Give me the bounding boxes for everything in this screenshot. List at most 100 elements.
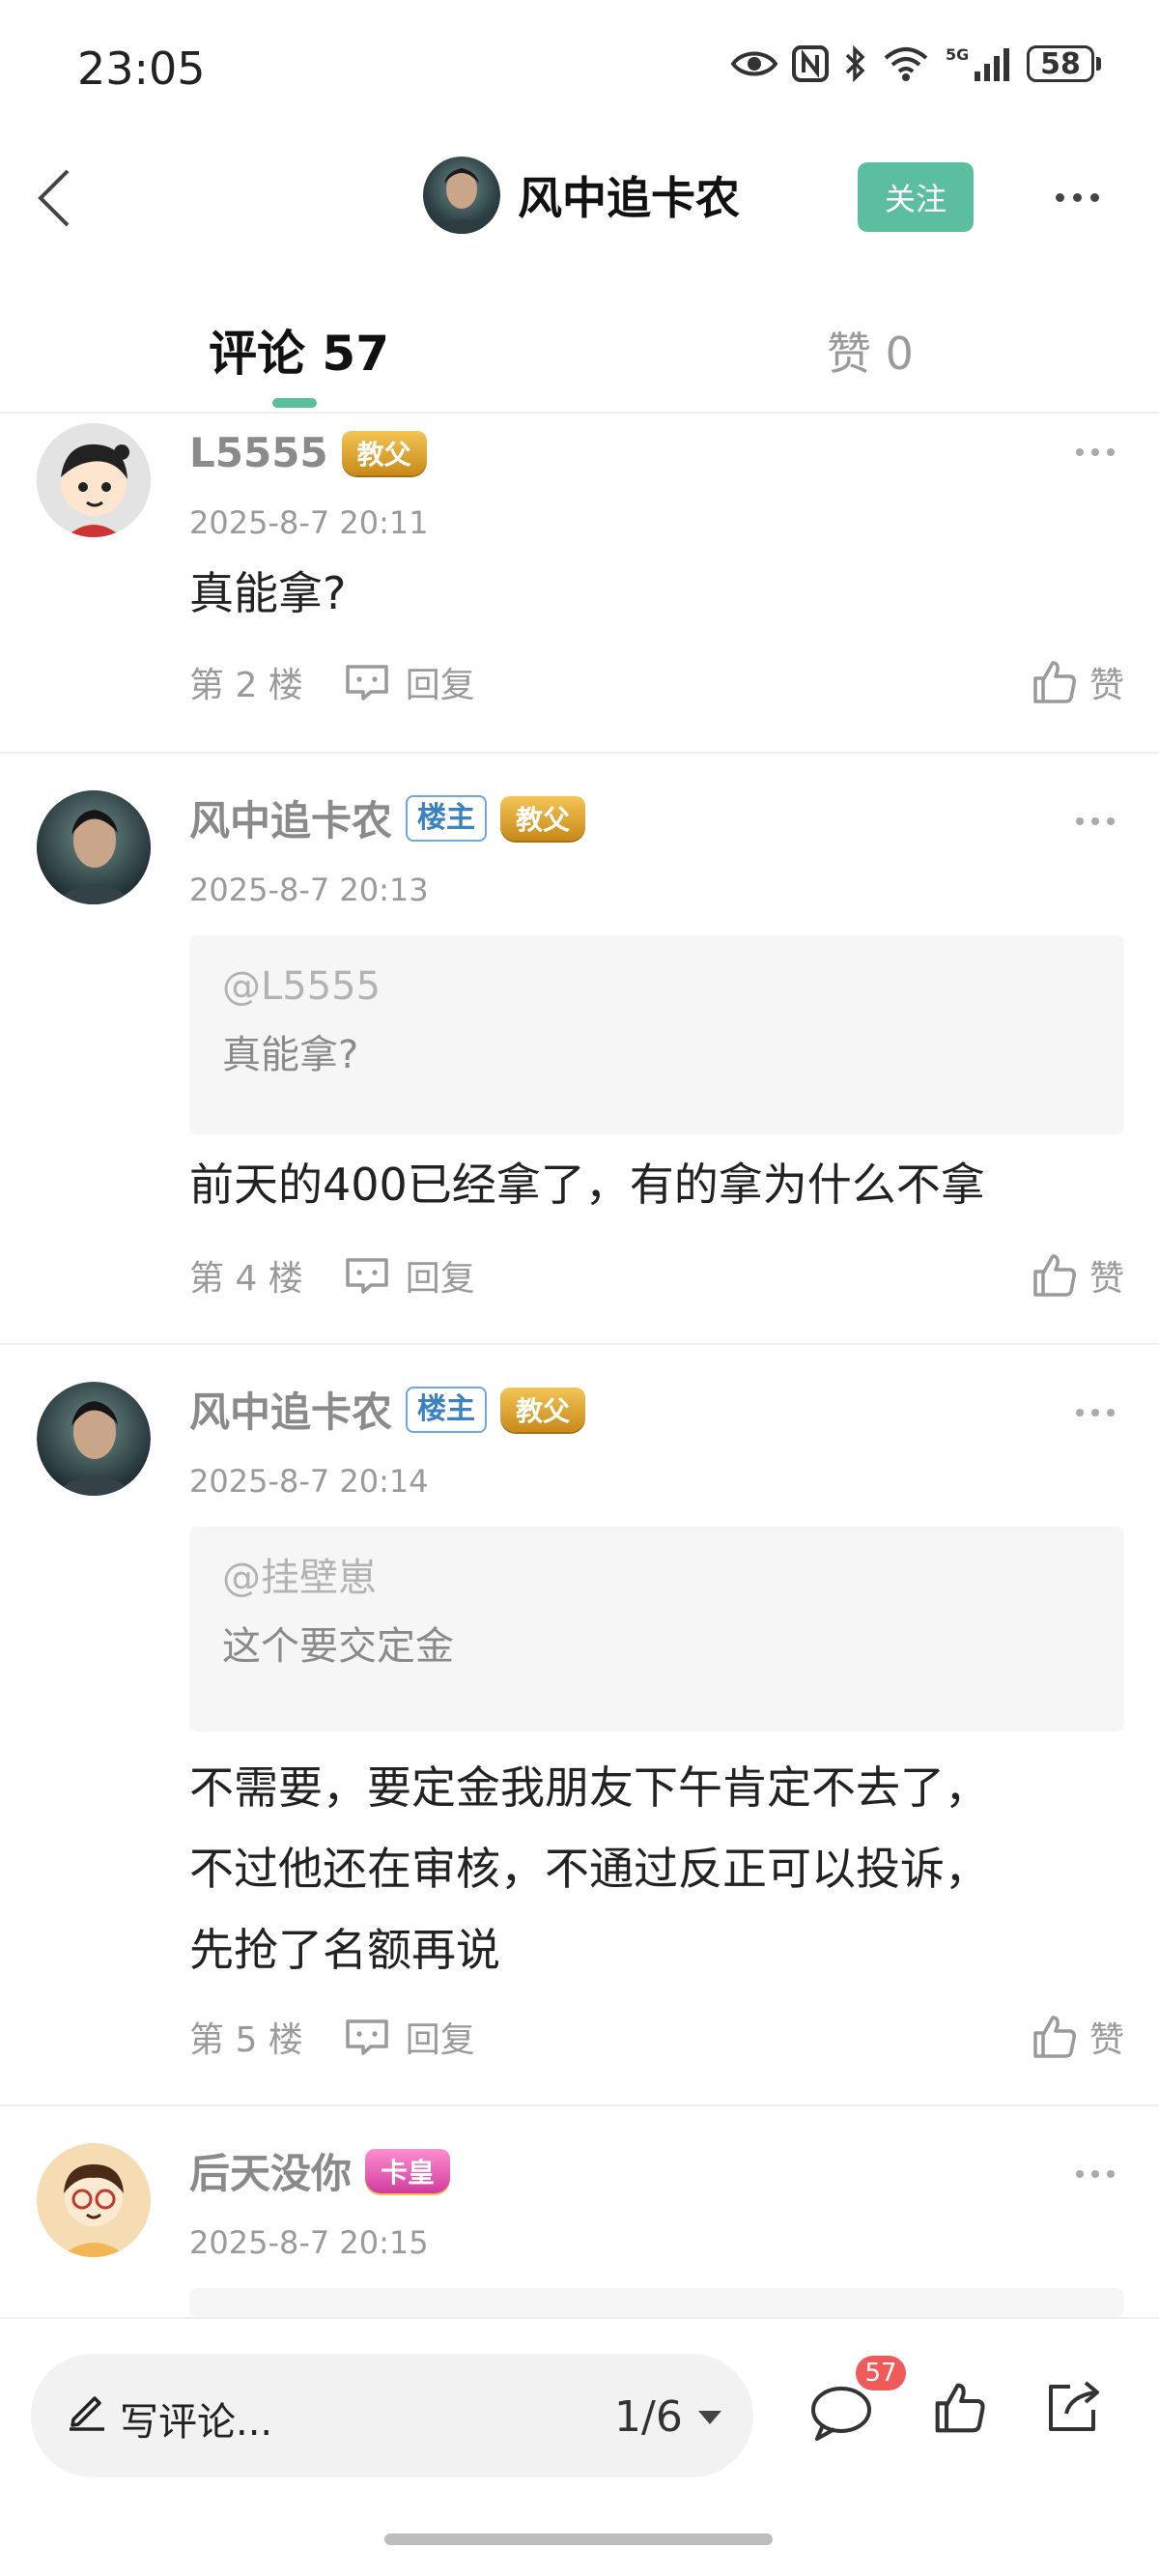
comment-header: 风中追卡农 楼主 教父	[189, 1380, 586, 1439]
comment-header: 风中追卡农 楼主 教父	[189, 788, 586, 847]
caret-down-icon	[697, 2410, 721, 2424]
comment-author[interactable]: L5555	[189, 429, 328, 476]
wifi-icon	[882, 44, 930, 83]
tab-likes[interactable]: 赞 0	[827, 319, 914, 383]
tab-comments[interactable]: 评论 57	[209, 315, 389, 385]
thumbs-up-icon	[1033, 2016, 1076, 2058]
top-nav: 风中追卡农 关注	[0, 145, 1159, 251]
comment-text-line: 不需要，要定金我朋友下午肯定不去了，	[189, 1761, 989, 1814]
quoted-comment[interactable]: @挂壁崽 这个要交定金	[189, 1527, 1124, 1732]
comment-text: 不需要，要定金我朋友下午肯定不去了， 不过他还在审核，不通过反正可以投诉， 先抢…	[189, 1747, 1124, 1990]
rank-badge: 卡皇	[365, 2148, 451, 2193]
rank-badge: 教父	[500, 795, 586, 841]
status-bar: 23:05 5G 58	[0, 0, 1159, 145]
more-options-button[interactable]	[1043, 178, 1111, 216]
thumbs-up-icon	[1033, 661, 1076, 703]
comment-input[interactable]: 写评论... 1/6	[31, 2354, 753, 2477]
follow-button[interactable]: 关注	[858, 162, 974, 232]
battery-icon: 58	[1027, 45, 1101, 82]
svg-text:5G: 5G	[946, 45, 969, 64]
comment-time: 2025-8-7 20:11	[189, 504, 429, 541]
signal-5g-icon: 5G	[944, 44, 1013, 83]
quoted-comment[interactable]	[189, 2288, 1124, 2317]
eye-icon	[731, 48, 777, 79]
rank-badge: 教父	[341, 430, 427, 475]
comment-text-line: 先抢了名额再说	[189, 1924, 500, 1976]
comment-item: L5555 教父 2025-8-7 20:11 真能拿? 第 2 楼 回复 赞	[0, 414, 1159, 754]
page-selector[interactable]: 1/6	[614, 2392, 723, 2442]
comment-more-button[interactable]	[1076, 448, 1115, 456]
reply-icon	[346, 1258, 388, 1294]
comment-more-button[interactable]	[1076, 2170, 1115, 2178]
like-button[interactable]: 赞	[1032, 2012, 1124, 2062]
comment-time: 2025-8-7 20:15	[189, 2224, 429, 2261]
pencil-icon	[66, 2389, 108, 2435]
reply-button[interactable]: 回复	[342, 2012, 475, 2062]
nfc-icon	[791, 44, 830, 83]
thumbs-up-icon	[1033, 1254, 1076, 1297]
reply-icon	[346, 2019, 388, 2055]
like-button[interactable]: 赞	[1032, 1250, 1124, 1301]
avatar[interactable]	[37, 2143, 151, 2257]
like-label: 赞	[1088, 666, 1124, 705]
like-label: 赞	[1088, 1259, 1124, 1299]
nav-user[interactable]: 风中追卡农	[423, 157, 740, 234]
comment-text: 前天的400已经拿了，有的拿为什么不拿	[189, 1159, 985, 1211]
avatar[interactable]	[37, 423, 151, 537]
floor-number: 第 4 楼	[189, 1259, 303, 1299]
home-indicator[interactable]	[384, 2533, 773, 2545]
thumbs-up-icon[interactable]	[933, 2381, 987, 2439]
comment-footer: 第 4 楼 回复 赞	[189, 1246, 1124, 1304]
back-button[interactable]	[25, 164, 83, 232]
status-time: 23:05	[77, 43, 206, 95]
reply-button[interactable]: 回复	[342, 1250, 475, 1301]
comment-count-badge: 57	[856, 2356, 906, 2390]
like-button[interactable]: 赞	[1032, 657, 1124, 707]
page-title: 风中追卡农	[518, 172, 740, 224]
reply-button[interactable]: 回复	[342, 657, 475, 707]
comment-item: 后天没你 卡皇 2025-8-7 20:15	[0, 2106, 1159, 2317]
comment-time: 2025-8-7 20:14	[189, 1463, 429, 1500]
like-label: 赞	[1088, 2020, 1124, 2060]
reply-icon	[346, 665, 388, 701]
owner-badge: 楼主	[406, 1386, 488, 1433]
chevron-left-icon	[38, 169, 70, 227]
comment-bubble-icon[interactable]	[809, 2383, 873, 2447]
avatar[interactable]	[37, 790, 151, 904]
reply-label: 回复	[405, 1259, 475, 1299]
quoted-text: 这个要交定金	[222, 1624, 454, 1669]
floor-number: 第 5 楼	[189, 2020, 303, 2060]
quoted-comment[interactable]: @L5555 真能拿?	[189, 935, 1124, 1134]
comment-footer: 第 5 楼 回复 赞	[189, 2008, 1124, 2066]
comment-more-button[interactable]	[1076, 817, 1115, 825]
comment-header: L5555 教父	[189, 429, 427, 476]
comment-more-button[interactable]	[1076, 1409, 1115, 1417]
avatar[interactable]	[37, 1382, 151, 1496]
bottom-bar: 写评论... 1/6 57	[0, 2317, 1159, 2576]
owner-badge: 楼主	[406, 794, 488, 842]
comment-author[interactable]: 后天没你	[189, 2141, 352, 2200]
tab-bar: 评论 57 赞 0	[0, 290, 1159, 414]
battery-level: 58	[1027, 45, 1094, 82]
page-number: 1/6	[614, 2392, 683, 2442]
comment-item: 风中追卡农 楼主 教父 2025-8-7 20:13 @L5555 真能拿? 前…	[0, 754, 1159, 1345]
comment-input-placeholder: 写评论...	[120, 2400, 273, 2445]
comment-author[interactable]: 风中追卡农	[189, 1380, 392, 1439]
quoted-text: 真能拿?	[222, 1033, 359, 1077]
tab-indicator	[272, 398, 317, 408]
comment-item: 风中追卡农 楼主 教父 2025-8-7 20:14 @挂壁崽 这个要交定金 不…	[0, 1345, 1159, 2106]
rank-badge: 教父	[500, 1387, 586, 1432]
comment-footer: 第 2 楼 回复 赞	[189, 653, 1124, 711]
comment-time: 2025-8-7 20:13	[189, 872, 429, 908]
avatar[interactable]	[423, 157, 500, 234]
reply-label: 回复	[405, 2020, 475, 2060]
quoted-user: @L5555	[222, 964, 382, 1009]
comment-header: 后天没你 卡皇	[189, 2141, 451, 2200]
quoted-user: @挂壁崽	[222, 1556, 377, 1600]
floor-number: 第 2 楼	[189, 666, 303, 705]
comment-author[interactable]: 风中追卡农	[189, 788, 392, 847]
share-icon[interactable]	[1043, 2379, 1101, 2441]
reply-label: 回复	[405, 666, 475, 705]
comment-text-line: 不过他还在审核，不通过反正可以投诉，	[189, 1843, 989, 1895]
bluetooth-icon	[843, 44, 868, 83]
